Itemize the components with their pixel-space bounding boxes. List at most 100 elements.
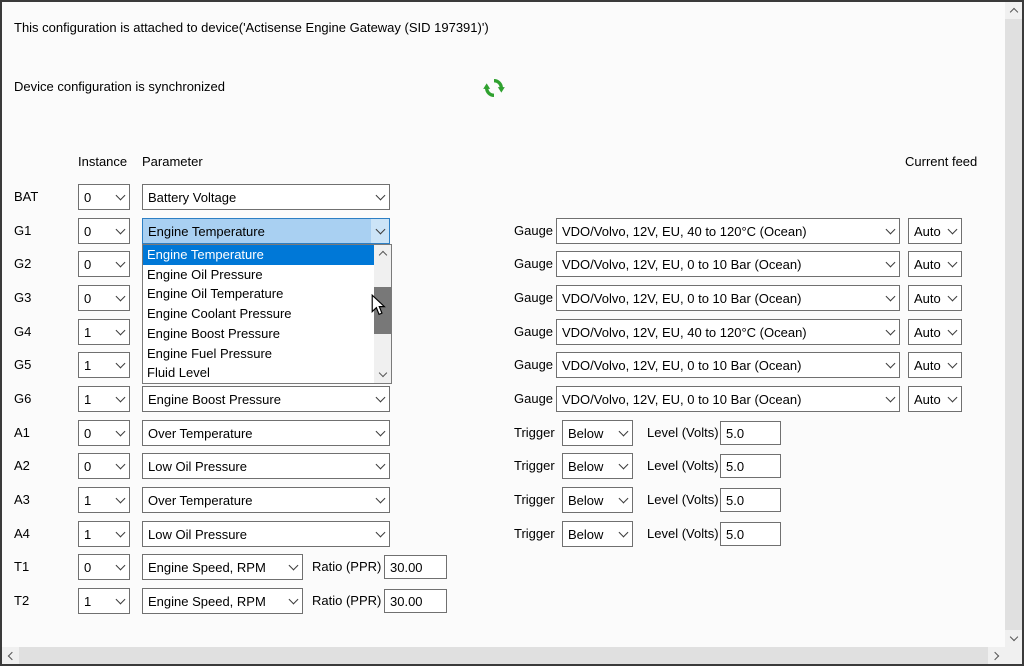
ratio-input-t2[interactable] [384,589,447,613]
vertical-scrollbar-thumb[interactable] [1005,19,1022,630]
gauge-select-g6[interactable]: VDO/Volvo, 12V, EU, 0 to 10 Bar (Ocean) [556,386,900,412]
dropdown-option-engine-coolant-pressure[interactable]: Engine Coolant Pressure [143,304,391,324]
trigger-label: Trigger [514,425,555,440]
chevron-down-icon [111,185,129,209]
chevron-down-icon [284,589,302,613]
dropdown-option-engine-temperature[interactable]: Engine Temperature [143,245,391,265]
row-label-a2: A2 [14,458,30,473]
trigger-select-a1[interactable]: Below [562,420,633,446]
attached-device-text: This configuration is attached to device… [14,20,489,35]
chevron-down-icon [371,488,389,512]
instance-select-g4[interactable]: 1 [78,319,130,345]
dropdown-option-fluid-level[interactable]: Fluid Level [143,363,391,383]
row-a1: A1 0 Over Temperature Trigger Below Leve… [2,420,1022,446]
dropdown-option-engine-oil-temperature[interactable]: Engine Oil Temperature [143,284,391,304]
gauge-label: Gauge [514,357,554,372]
parameter-select-t1[interactable]: Engine Speed, RPM [142,554,303,580]
gauge-select-g2[interactable]: VDO/Volvo, 12V, EU, 0 to 10 Bar (Ocean) [556,251,900,277]
parameter-select-t2[interactable]: Engine Speed, RPM [142,588,303,614]
chevron-down-icon [111,219,129,243]
trigger-select-a3[interactable]: Below [562,487,633,513]
feed-select-g4[interactable]: Auto [908,319,962,345]
level-input-a4[interactable] [720,522,781,546]
parameter-select-a4[interactable]: Low Oil Pressure [142,521,390,547]
row-a4: A4 1 Low Oil Pressure Trigger Below Leve… [2,521,1022,547]
scroll-up-icon[interactable] [374,245,391,262]
row-label-bat: BAT [14,189,39,204]
level-input-a2[interactable] [720,454,781,478]
chevron-down-icon [881,252,899,276]
parameter-select-g1-open[interactable]: Engine Temperature [142,218,390,244]
chevron-down-icon [943,286,961,310]
chevron-down-icon [371,185,389,209]
instance-select-g6[interactable]: 1 [78,386,130,412]
chevron-down-icon [881,320,899,344]
chevron-down-icon [371,219,389,243]
gauge-label: Gauge [514,290,554,305]
row-label-g2: G2 [14,256,32,271]
chevron-down-icon [881,286,899,310]
instance-select-g2[interactable]: 0 [78,251,130,277]
parameter-select-g6[interactable]: Engine Boost Pressure [142,386,390,412]
trigger-select-a2[interactable]: Below [562,453,633,479]
ratio-input-t1[interactable] [384,555,447,579]
scrollbar-corner [1005,647,1022,664]
row-label-a4: A4 [14,526,30,541]
dropdown-option-engine-boost-pressure[interactable]: Engine Boost Pressure [143,324,391,344]
instance-select-g5[interactable]: 1 [78,352,130,378]
parameter-select-a1[interactable]: Over Temperature [142,420,390,446]
instance-select-g3[interactable]: 0 [78,285,130,311]
horizontal-scrollbar-thumb[interactable] [19,647,988,664]
chevron-down-icon [111,522,129,546]
scroll-right-icon[interactable] [988,647,1005,664]
scroll-down-icon[interactable] [374,366,391,383]
feed-select-g1[interactable]: Auto [908,218,962,244]
column-header-instance: Instance [78,154,128,169]
level-label: Level (Volts) [647,492,719,507]
instance-select-a4[interactable]: 1 [78,521,130,547]
vertical-scrollbar[interactable] [1005,2,1022,647]
chevron-down-icon [371,421,389,445]
chevron-down-icon [111,454,129,478]
chevron-down-icon [371,522,389,546]
row-a2: A2 0 Low Oil Pressure Trigger Below Leve… [2,453,1022,479]
horizontal-scrollbar[interactable] [2,647,1005,664]
feed-select-g3[interactable]: Auto [908,285,962,311]
parameter-select-a3[interactable]: Over Temperature [142,487,390,513]
instance-select-t1[interactable]: 0 [78,554,130,580]
instance-select-a1[interactable]: 0 [78,420,130,446]
dropdown-option-engine-oil-pressure[interactable]: Engine Oil Pressure [143,265,391,285]
gauge-select-g4[interactable]: VDO/Volvo, 12V, EU, 40 to 120°C (Ocean) [556,319,900,345]
parameter-dropdown-popup: Engine Temperature Engine Oil Pressure E… [142,244,392,384]
instance-select-t2[interactable]: 1 [78,588,130,614]
gauge-select-g3[interactable]: VDO/Volvo, 12V, EU, 0 to 10 Bar (Ocean) [556,285,900,311]
trigger-select-a4[interactable]: Below [562,521,633,547]
ratio-label: Ratio (PPR) [312,559,382,574]
feed-select-g5[interactable]: Auto [908,352,962,378]
chevron-down-icon [111,353,129,377]
scroll-left-icon[interactable] [2,647,19,664]
scroll-up-icon[interactable] [1005,2,1022,19]
chevron-down-icon [881,387,899,411]
row-a3: A3 1 Over Temperature Trigger Below Leve… [2,487,1022,513]
ratio-label: Ratio (PPR) [312,593,382,608]
feed-select-g6[interactable]: Auto [908,386,962,412]
dropdown-option-engine-fuel-pressure[interactable]: Engine Fuel Pressure [143,344,391,364]
engine-gateway-config-window: This configuration is attached to device… [0,0,1024,666]
row-label-a3: A3 [14,492,30,507]
chevron-down-icon [111,387,129,411]
instance-select-a3[interactable]: 1 [78,487,130,513]
row-label-g4: G4 [14,324,32,339]
feed-select-g2[interactable]: Auto [908,251,962,277]
instance-select-a2[interactable]: 0 [78,453,130,479]
level-input-a3[interactable] [720,488,781,512]
gauge-select-g5[interactable]: VDO/Volvo, 12V, EU, 0 to 10 Bar (Ocean) [556,352,900,378]
level-input-a1[interactable] [720,421,781,445]
parameter-select-a2[interactable]: Low Oil Pressure [142,453,390,479]
parameter-select-bat[interactable]: Battery Voltage [142,184,390,210]
gauge-select-g1[interactable]: VDO/Volvo, 12V, EU, 40 to 120°C (Ocean) [556,218,900,244]
scroll-down-icon[interactable] [1005,630,1022,647]
instance-select-g1[interactable]: 0 [78,218,130,244]
instance-select-bat[interactable]: 0 [78,184,130,210]
gauge-label: Gauge [514,256,554,271]
